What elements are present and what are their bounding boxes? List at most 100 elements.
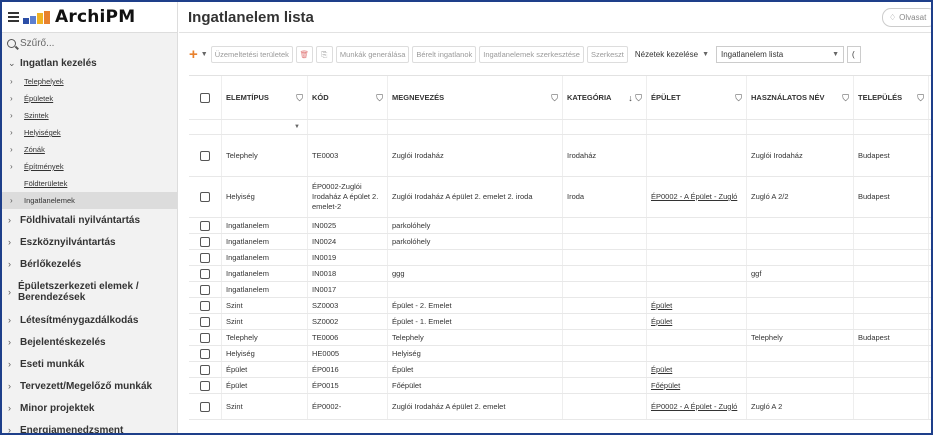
table-row[interactable]: Szint SZ0003 Épület - 2. Emelet Épület xyxy=(189,298,931,314)
row-select-cell[interactable] xyxy=(189,282,222,297)
row-checkbox[interactable] xyxy=(200,380,210,391)
sidebar-item[interactable]: Földterületek xyxy=(2,175,177,192)
col-megnevezes-header[interactable]: MEGNEVEZÉS ⛉ xyxy=(388,76,563,119)
row-select-cell[interactable] xyxy=(189,298,222,313)
table-row[interactable]: Ingatlanelem IN0019 xyxy=(189,250,931,266)
row-checkbox[interactable] xyxy=(200,332,210,343)
read-input[interactable]: ♢ Olvasat xyxy=(882,8,931,27)
sidebar-group[interactable]: › Minor projektek xyxy=(2,397,177,419)
chevron-down-icon[interactable]: ▼ xyxy=(294,122,303,132)
generate-jobs-button[interactable]: Munkák generálása xyxy=(335,46,410,63)
filter-icon[interactable]: ⛉ xyxy=(735,93,742,103)
row-select-cell[interactable] xyxy=(189,234,222,249)
sidebar-item[interactable]: › Helyiségek xyxy=(2,124,177,141)
table-row[interactable]: Helyiség ÉP0002-Zuglói Irodaház A épület … xyxy=(189,177,931,218)
row-select-cell[interactable] xyxy=(189,346,222,361)
table-row[interactable]: Épület ÉP0016 Épület Épület xyxy=(189,362,931,378)
sidebar-item[interactable]: › Épületek xyxy=(2,90,177,107)
row-select-cell[interactable] xyxy=(189,250,222,265)
row-select-cell[interactable] xyxy=(189,314,222,329)
row-checkbox[interactable] xyxy=(200,268,210,279)
row-select-cell[interactable] xyxy=(189,218,222,233)
row-checkbox[interactable] xyxy=(200,364,210,375)
sidebar-search[interactable]: Szűrő... xyxy=(2,33,177,53)
row-checkbox[interactable] xyxy=(200,192,210,202)
cell-value[interactable]: ÉP0002 - A Épület - Zugló xyxy=(651,402,737,412)
filter-icon[interactable]: ⛉ xyxy=(842,93,849,103)
view-select[interactable]: Ingatlanelem lista ▼ xyxy=(716,46,844,63)
hamburger-menu-icon[interactable] xyxy=(8,12,19,22)
row-select-cell[interactable] xyxy=(189,135,222,176)
row-select-cell[interactable] xyxy=(189,330,222,345)
col-telepules-header[interactable]: TELEPÜLÉS ⛉ xyxy=(854,76,929,119)
table-row[interactable]: Szint SZ0002 Épület - 1. Emelet Épület xyxy=(189,314,931,330)
cell-value[interactable]: ÉP0002 - A Épület - Zugló xyxy=(651,192,737,202)
extra-select[interactable]: ( xyxy=(847,46,861,63)
col-epulet-header[interactable]: ÉPÜLET ⛉ xyxy=(647,76,747,119)
col-h-header[interactable]: H xyxy=(929,76,931,119)
row-select-cell[interactable] xyxy=(189,378,222,393)
filter-icon[interactable]: ⛉ xyxy=(296,93,303,103)
sidebar-item[interactable]: › Zónák xyxy=(2,141,177,158)
cell-value[interactable]: Épület xyxy=(651,365,672,375)
row-checkbox[interactable] xyxy=(200,348,210,359)
sidebar-group[interactable]: › Földhivatali nyilvántartás xyxy=(2,209,177,231)
edit-button[interactable]: Szerkeszt xyxy=(586,46,628,63)
select-all-checkbox[interactable] xyxy=(200,92,210,103)
sidebar-group[interactable]: › Tervezett/Megelőző munkák xyxy=(2,375,177,397)
sidebar-group[interactable]: › Eseti munkák xyxy=(2,353,177,375)
leased-properties-button[interactable]: Bérelt ingatlanok xyxy=(412,46,477,63)
row-checkbox[interactable] xyxy=(200,284,210,295)
row-checkbox[interactable] xyxy=(200,252,210,263)
filter-icon[interactable]: ↓ ⛉ xyxy=(628,93,642,103)
cell-value[interactable]: Épület xyxy=(651,317,672,327)
row-checkbox[interactable] xyxy=(200,316,210,327)
col-epulet-cell[interactable]: Épület xyxy=(647,298,747,313)
operating-areas-button[interactable]: Üzemeltetési területek xyxy=(210,46,293,63)
filter-cell[interactable]: ▼ xyxy=(222,120,308,134)
col-epulet-cell[interactable]: Főépület xyxy=(647,378,747,393)
col-kod-header[interactable]: KÓD ⛉ xyxy=(308,76,388,119)
filter-icon[interactable]: ⛉ xyxy=(376,93,383,103)
sidebar-group[interactable]: › Eszköznyilvántartás xyxy=(2,231,177,253)
sidebar-group[interactable]: ⌄ Ingatlan kezelés xyxy=(2,53,177,73)
attach-icon[interactable]: ⎘ xyxy=(315,46,333,63)
row-select-cell[interactable] xyxy=(189,362,222,377)
sidebar-group[interactable]: › Bérlőkezelés xyxy=(2,253,177,275)
edit-elements-button[interactable]: Ingatlanelemek szerkesztése xyxy=(479,46,584,63)
sidebar-group[interactable]: › Energiamenedzsment xyxy=(2,419,177,434)
row-select-cell[interactable] xyxy=(189,266,222,281)
row-checkbox[interactable] xyxy=(200,150,210,161)
col-epulet-cell[interactable]: ÉP0002 - A Épület - Zugló xyxy=(647,394,747,419)
table-row[interactable]: Ingatlanelem IN0017 xyxy=(189,282,931,298)
table-row[interactable]: Telephely TE0003 Zuglói Irodaház Irodaház Zu… xyxy=(189,135,931,177)
add-dropdown-icon[interactable]: ▼ xyxy=(201,51,208,58)
row-checkbox[interactable] xyxy=(200,401,210,412)
col-elemtipus-header[interactable]: ELEMTÍPUS ⛉ xyxy=(222,76,308,119)
table-row[interactable]: Ingatlanelem IN0024 parkolóhely xyxy=(189,234,931,250)
table-row[interactable]: Ingatlanelem IN0018 ggg ggf xyxy=(189,266,931,282)
select-all-cell[interactable] xyxy=(189,76,222,119)
filter-icon[interactable]: ⛉ xyxy=(917,93,924,103)
row-select-cell[interactable] xyxy=(189,394,222,419)
col-kategoria-header[interactable]: KATEGÓRIA ↓ ⛉ xyxy=(563,76,647,119)
sidebar-item[interactable]: › Építmények xyxy=(2,158,177,175)
sidebar-item[interactable]: › Szintek xyxy=(2,107,177,124)
row-checkbox[interactable] xyxy=(200,300,210,311)
sidebar-group[interactable]: › Épületszerkezeti elemek / Berendezések xyxy=(2,275,177,309)
table-row[interactable]: Telephely TE0006 Telephely Telephely Budapes… xyxy=(189,330,931,346)
cell-value[interactable]: Épület xyxy=(651,301,672,311)
delete-icon[interactable]: 🗑 xyxy=(295,46,313,63)
row-select-cell[interactable] xyxy=(189,177,222,217)
sidebar-group[interactable]: › Bejelentéskezelés xyxy=(2,331,177,353)
col-epulet-cell[interactable]: ÉP0002 - A Épület - Zugló xyxy=(647,177,747,217)
col-hasznalatos-nev-header[interactable]: HASZNÁLATOS NÉV ⛉ xyxy=(747,76,854,119)
col-epulet-cell[interactable]: Épület xyxy=(647,314,747,329)
sidebar-group[interactable]: › Létesítménygazdálkodás xyxy=(2,309,177,331)
sidebar-item[interactable]: › Telephelyek xyxy=(2,73,177,90)
filter-icon[interactable]: ⛉ xyxy=(551,93,558,103)
plus-icon[interactable]: + xyxy=(189,47,198,62)
sidebar-item[interactable]: › Ingatlanelemek xyxy=(2,192,177,209)
table-row[interactable]: Ingatlanelem IN0025 parkolóhely xyxy=(189,218,931,234)
views-dropdown[interactable]: Nézetek kezelése ▼ xyxy=(630,46,713,63)
